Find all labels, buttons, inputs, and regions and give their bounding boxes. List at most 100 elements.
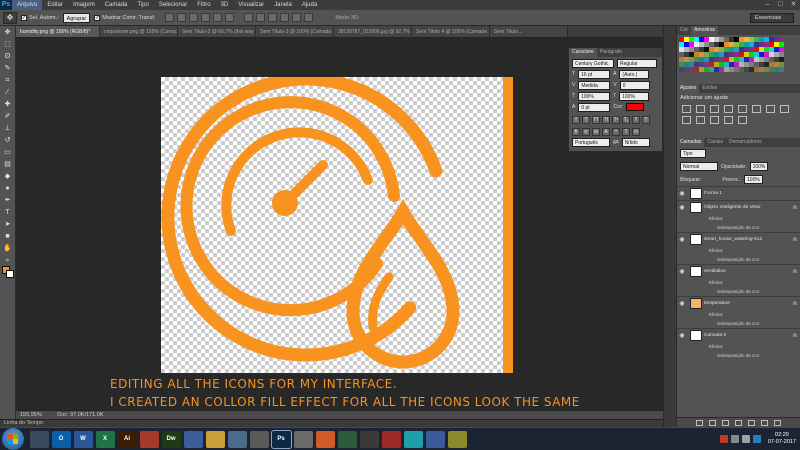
- font-family-select[interactable]: Century Gothic: [572, 59, 614, 68]
- layer-effects-icon[interactable]: fx: [793, 237, 797, 243]
- new-group-icon[interactable]: [748, 419, 755, 426]
- fill-field[interactable]: 100%: [744, 175, 763, 184]
- background-color-swatch[interactable]: [6, 270, 14, 278]
- taskbar-app-icon[interactable]: [425, 430, 445, 448]
- distribute-right-icon[interactable]: [304, 13, 314, 22]
- layer-row[interactable]: ◉ ventilation fx: [677, 264, 800, 278]
- tracking-field[interactable]: 0: [619, 81, 650, 90]
- blur-tool-icon[interactable]: ◆: [1, 171, 15, 182]
- menu-item-7[interactable]: 3D: [216, 0, 234, 10]
- layer-effects-icon[interactable]: fx: [793, 205, 797, 211]
- taskbar-app-icon[interactable]: X: [95, 430, 115, 448]
- pen-tool-icon[interactable]: ✒: [1, 195, 15, 206]
- taskbar-app-icon[interactable]: [403, 430, 423, 448]
- auto-select-option[interactable]: ✓ Sel. Autom.:: [21, 14, 59, 21]
- close-button[interactable]: ✕: [787, 0, 800, 10]
- zoom-tool-icon[interactable]: ⌕: [1, 255, 15, 266]
- tray-flag-icon[interactable]: [752, 435, 761, 443]
- adjustment-icon[interactable]: [738, 116, 747, 124]
- panel-tab[interactable]: Amostras: [691, 26, 719, 35]
- horizontal-scale-field[interactable]: 100%: [619, 92, 650, 101]
- document-tab[interactable]: Sem Título-2 @ 66.7% (this way i could f…: [178, 26, 256, 37]
- adjustment-icon[interactable]: [724, 105, 733, 113]
- document-tab[interactable]: humidity.png @ 156% (RGB/8)*: [16, 26, 100, 37]
- blend-mode-select[interactable]: Normal: [680, 162, 718, 171]
- taskbar-app-icon[interactable]: Ps: [270, 429, 292, 449]
- clone-stamp-tool-icon[interactable]: ⊥: [1, 123, 15, 134]
- taskbar-app-icon[interactable]: [205, 430, 225, 448]
- ligatures-button[interactable]: fi: [572, 128, 580, 136]
- gradient-tool-icon[interactable]: ▤: [1, 159, 15, 170]
- tray-app-icon[interactable]: [719, 435, 728, 443]
- layer-effect-item[interactable]: Efeitos: [677, 310, 800, 319]
- layer-effect-item[interactable]: Sobreposição de Cor: [677, 319, 800, 328]
- font-size-field[interactable]: 16 pt: [578, 70, 611, 79]
- tray-volume-icon[interactable]: [741, 435, 750, 443]
- align-right-icon[interactable]: [225, 13, 235, 22]
- hand-tool-icon[interactable]: ✋: [1, 243, 15, 254]
- distribute-hcenter-icon[interactable]: [292, 13, 302, 22]
- fractions-button[interactable]: ½: [632, 128, 640, 136]
- adjustment-icon[interactable]: [710, 105, 719, 113]
- layer-effect-item[interactable]: Sobreposição de Cor: [677, 223, 800, 232]
- canvas[interactable]: [161, 77, 513, 373]
- workspace-switcher[interactable]: Essenciais: [750, 12, 794, 23]
- menu-item-0[interactable]: Arquivo: [12, 0, 43, 10]
- taskbar-app-icon[interactable]: Dw: [161, 430, 181, 448]
- subscript-button[interactable]: T₁: [622, 116, 630, 124]
- distribute-top-icon[interactable]: [244, 13, 254, 22]
- tray-network-icon[interactable]: [730, 435, 739, 443]
- start-button[interactable]: [2, 428, 24, 450]
- layer-effect-item[interactable]: Efeitos: [677, 246, 800, 255]
- maximize-button[interactable]: □: [774, 0, 787, 10]
- taskbar-app-icon[interactable]: [139, 430, 159, 448]
- visibility-eye-icon[interactable]: ◉: [677, 268, 687, 275]
- taskbar-app-icon[interactable]: [359, 430, 379, 448]
- stylistic-button[interactable]: A: [602, 128, 610, 136]
- menu-item-2[interactable]: Imagem: [68, 0, 100, 10]
- quick-select-tool-icon[interactable]: ✎: [1, 63, 15, 74]
- layer-effect-item[interactable]: Sobreposição de Cor: [677, 287, 800, 296]
- layer-row[interactable]: ◉ Forma 1: [677, 186, 800, 200]
- adjustment-icon[interactable]: [752, 105, 761, 113]
- marquee-tool-icon[interactable]: ⬚: [1, 39, 15, 50]
- visibility-eye-icon[interactable]: ◉: [677, 190, 687, 197]
- baseline-shift-field[interactable]: 0 pt: [578, 103, 611, 112]
- layer-effects-icon[interactable]: fx: [793, 301, 797, 307]
- panel-tab[interactable]: Ajustes: [677, 84, 700, 93]
- ordinals-button[interactable]: ª: [612, 128, 620, 136]
- align-vcenter-icon[interactable]: [177, 13, 187, 22]
- all-caps-button[interactable]: TT: [592, 116, 600, 124]
- adjustment-icon[interactable]: [696, 105, 705, 113]
- taskbar-app-icon[interactable]: W: [73, 430, 93, 448]
- small-caps-button[interactable]: Tt: [602, 116, 610, 124]
- link-layers-icon[interactable]: [696, 419, 703, 426]
- menu-item-6[interactable]: Filtro: [192, 0, 215, 10]
- layer-effects-icon[interactable]: fx: [793, 269, 797, 275]
- brush-tool-icon[interactable]: ✐: [1, 111, 15, 122]
- panel-tab[interactable]: Cor: [677, 26, 691, 35]
- font-style-select[interactable]: Regular: [617, 59, 657, 68]
- layer-style-icon[interactable]: [709, 419, 716, 426]
- superscript-button[interactable]: T¹: [612, 116, 620, 124]
- history-brush-tool-icon[interactable]: ↺: [1, 135, 15, 146]
- menu-item-4[interactable]: Tipo: [132, 0, 153, 10]
- language-select[interactable]: Português: [572, 138, 610, 147]
- eraser-tool-icon[interactable]: ▭: [1, 147, 15, 158]
- underline-button[interactable]: T: [632, 116, 640, 124]
- dodge-tool-icon[interactable]: ●: [1, 183, 15, 194]
- panel-tab[interactable]: Camadas: [677, 138, 705, 147]
- panel-tab[interactable]: Caractere: [569, 48, 597, 57]
- panel-tab[interactable]: Estilos: [699, 84, 720, 93]
- document-tab[interactable]: 28139787_022006.jpg @ 92.7% (my should t…: [334, 26, 412, 37]
- layer-effect-item[interactable]: Efeitos: [677, 214, 800, 223]
- titling-button[interactable]: T: [622, 128, 630, 136]
- eyedropper-tool-icon[interactable]: ⁄: [1, 87, 15, 98]
- menu-item-3[interactable]: Camada: [100, 0, 133, 10]
- taskbar-app-icon[interactable]: [249, 430, 269, 448]
- taskbar-app-icon[interactable]: [183, 430, 203, 448]
- minimize-button[interactable]: –: [761, 0, 774, 10]
- distribute-left-icon[interactable]: [280, 13, 290, 22]
- layer-row[interactable]: ◉ Camada 0 fx: [677, 328, 800, 342]
- visibility-eye-icon[interactable]: ◉: [677, 236, 687, 243]
